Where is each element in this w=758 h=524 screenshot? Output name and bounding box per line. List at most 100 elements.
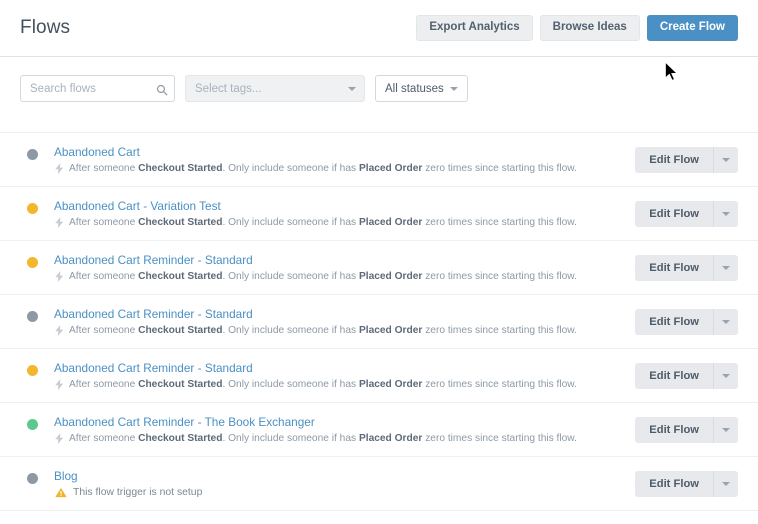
flow-info: Blog This flow trigger is not setup [54, 469, 635, 499]
flow-trigger-fragment: After someone [69, 163, 138, 174]
tags-select[interactable]: Select tags... [185, 75, 365, 102]
browse-ideas-button[interactable]: Browse Ideas [540, 15, 640, 41]
edit-flow-dropdown-button[interactable] [714, 255, 738, 281]
status-dot [27, 473, 38, 484]
chevron-down-icon [722, 212, 730, 216]
flow-row: Abandoned Cart After someone Checkout Sta… [0, 133, 758, 187]
flow-warning-text: This flow trigger is not setup [73, 486, 202, 499]
flow-trigger-emphasis: Checkout Started [138, 325, 222, 336]
warning-triangle-icon [55, 487, 67, 498]
status-dot [27, 365, 38, 376]
flow-name-link[interactable]: Abandoned Cart Reminder - The Book Excha… [54, 415, 635, 430]
flow-trigger-text: After someone Checkout Started. Only inc… [69, 324, 577, 337]
chevron-down-icon [722, 374, 730, 378]
flow-description: After someone Checkout Started. Only inc… [54, 324, 635, 337]
chevron-down-icon [722, 320, 730, 324]
edit-flow-button[interactable]: Edit Flow [635, 309, 714, 335]
edit-flow-dropdown-button[interactable] [714, 471, 738, 497]
chevron-down-icon [722, 158, 730, 162]
flow-trigger-emphasis: Placed Order [359, 433, 422, 444]
filter-bar: Select tags... All statuses [0, 57, 758, 102]
flow-name-link[interactable]: Abandoned Cart Reminder - Standard [54, 307, 635, 322]
status-select-label: All statuses [385, 83, 444, 95]
flow-row-actions: Edit Flow [635, 417, 738, 443]
search-input[interactable] [20, 75, 175, 102]
flow-trigger-emphasis: Placed Order [359, 163, 422, 174]
flow-name-link[interactable]: Blog [54, 469, 635, 484]
edit-flow-dropdown-button[interactable] [714, 147, 738, 173]
edit-flow-button[interactable]: Edit Flow [635, 201, 714, 227]
flow-trigger-fragment: After someone [69, 325, 138, 336]
flow-trigger-fragment: After someone [69, 271, 138, 282]
flow-name-link[interactable]: Abandoned Cart Reminder - Standard [54, 361, 635, 376]
lightning-bolt-icon [55, 433, 64, 444]
flow-trigger-fragment: . Only include someone if has [222, 379, 358, 390]
chevron-down-icon [450, 87, 458, 91]
edit-flow-button[interactable]: Edit Flow [635, 147, 714, 173]
flow-description: After someone Checkout Started. Only inc… [54, 432, 635, 445]
flow-info: Abandoned Cart Reminder - Standard After … [54, 361, 635, 391]
flow-trigger-text: After someone Checkout Started. Only inc… [69, 162, 577, 175]
flow-trigger-fragment: . Only include someone if has [222, 433, 358, 444]
search-field-wrapper [20, 75, 175, 102]
edit-flow-dropdown-button[interactable] [714, 201, 738, 227]
flow-description: After someone Checkout Started. Only inc… [54, 216, 635, 229]
lightning-bolt-icon [55, 325, 64, 336]
flow-row-actions: Edit Flow [635, 471, 738, 497]
create-flow-button[interactable]: Create Flow [647, 15, 738, 41]
flow-name-link[interactable]: Abandoned Cart - Variation Test [54, 199, 635, 214]
export-analytics-button[interactable]: Export Analytics [416, 15, 532, 41]
flow-trigger-emphasis: Checkout Started [138, 217, 222, 228]
flow-trigger-emphasis: Placed Order [359, 379, 422, 390]
flow-trigger-emphasis: Checkout Started [138, 379, 222, 390]
edit-flow-button[interactable]: Edit Flow [635, 363, 714, 389]
flow-description: After someone Checkout Started. Only inc… [54, 162, 635, 175]
flow-description: After someone Checkout Started. Only inc… [54, 378, 635, 391]
flow-trigger-emphasis: Placed Order [359, 271, 422, 282]
flow-row-actions: Edit Flow [635, 309, 738, 335]
flow-trigger-emphasis: Placed Order [359, 217, 422, 228]
status-dot [27, 419, 38, 430]
flow-trigger-emphasis: Checkout Started [138, 271, 222, 282]
flow-info: Abandoned Cart Reminder - The Book Excha… [54, 415, 635, 445]
status-dot [27, 203, 38, 214]
lightning-bolt-icon [55, 217, 64, 228]
status-select[interactable]: All statuses [375, 75, 468, 102]
edit-flow-button[interactable]: Edit Flow [635, 417, 714, 443]
flow-trigger-fragment: zero times since starting this flow. [422, 433, 577, 444]
header-actions: Export Analytics Browse Ideas Create Flow [416, 15, 738, 41]
flow-trigger-fragment: . Only include someone if has [222, 325, 358, 336]
flow-trigger-text: After someone Checkout Started. Only inc… [69, 432, 577, 445]
lightning-bolt-icon [55, 271, 64, 282]
flow-trigger-text: After someone Checkout Started. Only inc… [69, 270, 577, 283]
lightning-bolt-icon [55, 379, 64, 390]
edit-flow-dropdown-button[interactable] [714, 417, 738, 443]
edit-flow-button[interactable]: Edit Flow [635, 255, 714, 281]
flow-info: Abandoned Cart Reminder - Standard After … [54, 253, 635, 283]
flow-trigger-fragment: After someone [69, 379, 138, 390]
flow-row: Abandoned Cart Reminder - Standard After … [0, 241, 758, 295]
flow-trigger-fragment: zero times since starting this flow. [422, 271, 577, 282]
edit-flow-dropdown-button[interactable] [714, 363, 738, 389]
flow-row: Abandoned Cart Reminder - Standard After … [0, 349, 758, 403]
flow-row-actions: Edit Flow [635, 363, 738, 389]
flow-row-actions: Edit Flow [635, 147, 738, 173]
flow-info: Abandoned Cart - Variation Test After som… [54, 199, 635, 229]
tags-select-label: Select tags... [195, 83, 261, 95]
edit-flow-dropdown-button[interactable] [714, 309, 738, 335]
flow-name-link[interactable]: Abandoned Cart Reminder - Standard [54, 253, 635, 268]
flow-row-actions: Edit Flow [635, 201, 738, 227]
chevron-down-icon [722, 428, 730, 432]
chevron-down-icon [722, 482, 730, 486]
flow-name-link[interactable]: Abandoned Cart [54, 145, 635, 160]
flow-trigger-emphasis: Checkout Started [138, 433, 222, 444]
edit-flow-button[interactable]: Edit Flow [635, 471, 714, 497]
flow-description: After someone Checkout Started. Only inc… [54, 270, 635, 283]
flow-row: Abandoned Cart Reminder - The Book Excha… [0, 403, 758, 457]
flow-row: Abandoned Cart - Variation Test After som… [0, 187, 758, 241]
status-dot [27, 311, 38, 322]
flow-trigger-fragment: zero times since starting this flow. [422, 379, 577, 390]
flow-info: Abandoned Cart Reminder - Standard After … [54, 307, 635, 337]
page-title: Flows [20, 17, 70, 39]
page-header: Flows Export Analytics Browse Ideas Create… [0, 0, 758, 57]
